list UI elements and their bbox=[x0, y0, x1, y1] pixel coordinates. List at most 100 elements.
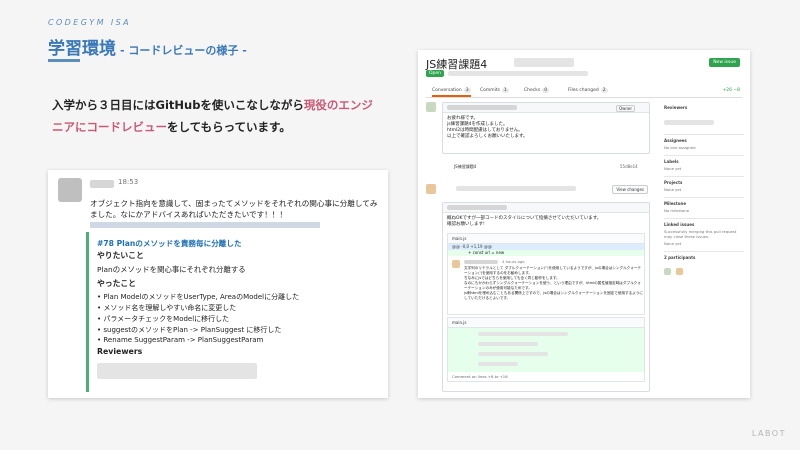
sidebar-label: Reviewers bbox=[664, 105, 688, 110]
pr-link-title[interactable]: #78 Planのメソッドを責務毎に分離した bbox=[97, 238, 378, 250]
pr-attachment: #78 Planのメソッドを責務毎に分離した やりたいこと Planのメソッドを… bbox=[86, 232, 378, 392]
pr-sidebar: Reviewers Assignees No one assigned Label… bbox=[664, 102, 744, 284]
footer-logo: LABOT bbox=[751, 429, 786, 438]
sidebar-projects[interactable]: Projects None yet bbox=[664, 177, 744, 198]
sidebar-label: Projects bbox=[664, 180, 683, 185]
owner-badge: Owner bbox=[615, 105, 635, 112]
diff-added-block bbox=[448, 328, 644, 372]
reply-line: js側htmlを埋め込むこともある関係上ですので、jsの場合はシングルクォーテー… bbox=[464, 291, 644, 300]
reviewers-blurred bbox=[664, 120, 714, 125]
done-heading: やったこと bbox=[97, 279, 136, 288]
commit-sha[interactable]: 55d8e14 bbox=[620, 164, 638, 169]
sidebar-participants: 2 participants bbox=[664, 252, 744, 284]
open-status-badge: Open bbox=[426, 70, 445, 77]
tab-label: Commits bbox=[480, 88, 501, 93]
sidebar-reviewers[interactable]: Reviewers bbox=[664, 102, 744, 135]
new-issue-button[interactable]: New issue bbox=[709, 58, 740, 67]
title-underline bbox=[48, 59, 80, 62]
avatar bbox=[426, 184, 436, 194]
sidebar-linked-issues[interactable]: Linked issues Successfully merging this p… bbox=[664, 219, 744, 252]
diffstat: +26 −8 bbox=[722, 88, 740, 93]
reviewers-heading: Reviewers bbox=[97, 347, 143, 356]
comment-range: Comment on lines +8 to +16 bbox=[452, 374, 508, 379]
slack-message-panel: 18:53 オブジェクト指向を意識して、固まったてメソッドをそれぞれの関心事に分… bbox=[48, 170, 388, 398]
tab-files-changed[interactable]: Files changed 2 bbox=[568, 88, 608, 93]
avatar bbox=[676, 268, 684, 275]
done-item: メソッド名を理解しやすい命名に変更した bbox=[97, 303, 378, 314]
reply-author-blurred bbox=[464, 260, 498, 264]
review-comment: 概ねOKですが一部コードのスタイルについて指摘させていただいています。 確認お願… bbox=[442, 202, 650, 392]
reviewer-blurred bbox=[447, 205, 507, 210]
pr-meta-blurred bbox=[448, 71, 588, 76]
pr-title-blurred bbox=[514, 58, 574, 67]
page-subtitle: - コードレビューの様子 - bbox=[120, 44, 247, 57]
avatar bbox=[426, 102, 436, 112]
sidebar-labels[interactable]: Labels None yet bbox=[664, 156, 744, 177]
done-item: suggestのメソッドをPlan -> PlanSuggest に移行した bbox=[97, 325, 378, 336]
want-text: Planのメソッドを関心事にそれぞれ分離する bbox=[97, 265, 246, 274]
avatar bbox=[664, 268, 671, 275]
sidebar-assignees[interactable]: Assignees No one assigned bbox=[664, 135, 744, 156]
message-text: オブジェクト指向を意識して、固まったてメソッドをそれぞれの関心事に分離してみまし… bbox=[90, 199, 378, 219]
code-snippet-2: main.js Comment on lines +8 to +16 bbox=[447, 317, 645, 382]
tab-commits[interactable]: Commits 1 bbox=[480, 88, 509, 93]
sidebar-label: Linked issues bbox=[664, 222, 695, 227]
sidebar-value: None yet bbox=[664, 166, 682, 171]
github-pr-panel: JS練習課題4 New issue Open Conversation 3 Com… bbox=[418, 50, 750, 398]
sidebar-value: None yet bbox=[664, 187, 682, 192]
avatar bbox=[58, 178, 82, 202]
sidebar-label: Milestone bbox=[664, 201, 687, 206]
commit-message[interactable]: JS練習課題4 bbox=[454, 164, 476, 170]
tab-count: 2 bbox=[600, 88, 608, 93]
code-blurred bbox=[478, 332, 568, 336]
tab-label: Files changed bbox=[568, 88, 599, 93]
tab-count: 3 bbox=[463, 88, 471, 93]
done-item: パラメータチェックをModelに移行した bbox=[97, 314, 378, 325]
comment-header: Owner bbox=[443, 103, 649, 113]
author-blurred bbox=[447, 105, 517, 110]
want-heading: やりたいこと bbox=[97, 251, 144, 260]
tab-conversation[interactable]: Conversation 3 bbox=[432, 88, 471, 97]
pr-timeline: Owner お疲れ様です。 js練習課題4を作成しました。 html2は時間配慮… bbox=[426, 102, 652, 398]
brand-label: CODEGYM ISA bbox=[48, 18, 131, 27]
comment-line: 以上で確認よろしくお願いいたします。 bbox=[447, 134, 528, 139]
tab-label: Checks bbox=[524, 88, 541, 93]
tab-label: Conversation bbox=[432, 88, 462, 93]
message-time: 18:53 bbox=[118, 178, 139, 186]
reply-comment: 4 hours ago 文字列のリテラルとして ダブルクォーテーション(")を使… bbox=[448, 256, 644, 314]
reply-time: 4 hours ago bbox=[502, 259, 525, 264]
username-blurred bbox=[90, 180, 114, 188]
sidebar-value: None yet bbox=[664, 241, 682, 246]
lead-part2: をしてもらっています。 bbox=[167, 120, 291, 134]
lead-text: 入学から３日目にはGitHubを使いこなしながら現役のエンジニアにコードレビュー… bbox=[52, 94, 382, 138]
code-snippet: main.js @@ -0,0 +1,19 @@ + const url = n… bbox=[447, 233, 645, 315]
pr-tabs: Conversation 3 Commits 1 Checks 0 Files cha… bbox=[426, 86, 742, 98]
comment-header bbox=[443, 203, 649, 213]
view-changes-button[interactable]: View changes bbox=[612, 185, 648, 194]
file-name: main.js bbox=[448, 318, 644, 328]
code-blurred bbox=[478, 352, 548, 356]
tab-count: 0 bbox=[542, 88, 550, 93]
done-item: Plan ModelのメソッドをUserType, AreaのModelに分離し… bbox=[97, 292, 378, 303]
page-title: 学習環境 - コードレビューの様子 - bbox=[48, 34, 247, 59]
sidebar-label: Labels bbox=[664, 159, 679, 164]
reply-line: 文字列のリテラルとして ダブルクォーテーション(")を使用しているようですが、j… bbox=[464, 266, 642, 275]
done-item: Rename SuggestParam -> PlanSuggestParam bbox=[97, 336, 378, 347]
page-title-main: 学習環境 bbox=[48, 39, 116, 59]
sidebar-value: Successfully merging this pull request m… bbox=[664, 229, 737, 239]
review-header-blurred bbox=[456, 186, 576, 191]
message-link-blurred[interactable] bbox=[90, 222, 320, 228]
tab-count: 1 bbox=[502, 88, 509, 93]
file-name: main.js bbox=[448, 234, 644, 244]
sidebar-value: No milestone bbox=[664, 208, 690, 213]
reply-line: なのにもかかわらずシングルクォーテーションを使う、という理由ですが、htmlの属… bbox=[464, 281, 641, 290]
sidebar-label: 2 participants bbox=[664, 255, 696, 260]
pr-description-comment: Owner お疲れ様です。 js練習課題4を作成しました。 html2は時間配慮… bbox=[442, 102, 650, 154]
tab-checks[interactable]: Checks 0 bbox=[524, 88, 550, 93]
code-blurred bbox=[478, 362, 518, 366]
sidebar-label: Assignees bbox=[664, 138, 687, 143]
code-blurred bbox=[478, 342, 538, 346]
lead-part1: 入学から３日目にはGitHubを使いこなしながら bbox=[52, 98, 304, 112]
reply-body: 文字列のリテラルとして ダブルクォーテーション(")を使用しているようですが、j… bbox=[464, 266, 644, 301]
sidebar-milestone[interactable]: Milestone No milestone bbox=[664, 198, 744, 219]
